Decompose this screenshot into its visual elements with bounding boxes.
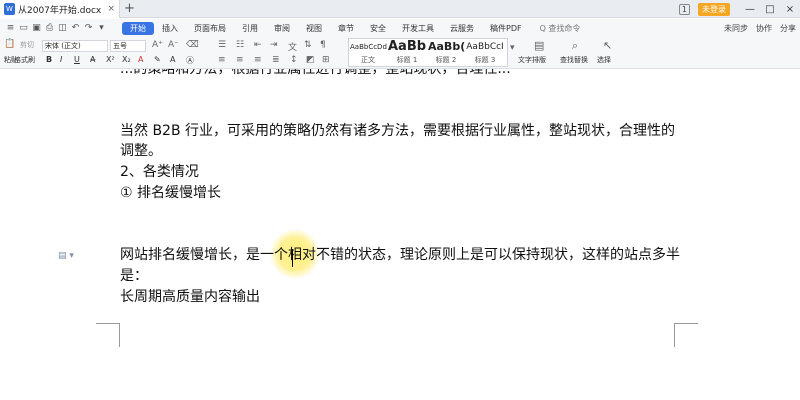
tab-section[interactable]: 章节 [330, 23, 362, 34]
document-canvas[interactable]: ...的策略和方法，根据行业属性进行调整，整站现状，合理性... 当然 B2B … [0, 69, 800, 400]
workspace-badge[interactable]: 1 [678, 3, 690, 15]
menu-bar: ≡ ▭ ▣ ⎙ ◫ ↶ ↷ ▾ 开始 插入 页面布局 引用 审阅 视图 章节 安… [0, 19, 800, 37]
section-heading: 2、各类情况 [120, 164, 199, 180]
save-icon[interactable]: ▣ [30, 23, 43, 33]
tab-pdf[interactable]: 稿件PDF [482, 23, 530, 34]
find-replace-button[interactable]: 查找替换 [560, 55, 588, 65]
ribbon-toolbar: 📋 剪切 粘贴 格式刷 宋体 (正文) 五号 A⁺ A⁻ ⌫ B I U A̶ … [0, 37, 800, 69]
paragraph-line: 当然 B2B 行业，可采用的策略仍然有诸多方法，需要根据行业属性，整站现状，合理… [120, 123, 676, 139]
tab-page-layout[interactable]: 页面布局 [186, 23, 234, 34]
tab-cloud[interactable]: 云服务 [442, 23, 482, 34]
tab-insert[interactable]: 插入 [154, 23, 186, 34]
shrink-font-icon[interactable]: A⁻ [168, 40, 179, 50]
paragraph-line: 调整。 [120, 143, 162, 159]
share-button[interactable]: 分享 [780, 23, 796, 34]
menu-icon[interactable]: ≡ [4, 23, 17, 33]
undo-icon[interactable]: ↶ [69, 23, 82, 33]
text-layout-button[interactable]: 文字排版 [518, 55, 546, 65]
command-search[interactable]: Q 查找命令 [540, 23, 581, 34]
search-icon[interactable]: ⌕ [572, 39, 578, 53]
tab-security[interactable]: 安全 [362, 23, 394, 34]
collaborate-button[interactable]: 协作 [756, 23, 772, 34]
tab-view[interactable]: 视图 [298, 23, 330, 34]
shading-icon[interactable]: ◩ [306, 55, 315, 65]
page-corner-mark [674, 323, 698, 347]
style-heading-2[interactable]: AaBb( 标题 2 [428, 39, 465, 65]
tab-developer[interactable]: 开发工具 [394, 23, 442, 34]
select-button[interactable]: 选择 [597, 55, 611, 65]
bullet-list-icon[interactable]: ☰ [218, 40, 226, 50]
sort-icon[interactable]: ⇅ [304, 40, 312, 50]
justify-icon[interactable]: ≣ [272, 55, 280, 65]
show-marks-icon[interactable]: ¶ [320, 40, 326, 50]
char-border-icon[interactable]: Ⓐ [186, 55, 194, 66]
bold-icon[interactable]: B [46, 55, 52, 64]
strikethrough-icon[interactable]: A̶ [90, 55, 95, 64]
style-heading-1[interactable]: AaBb 标题 1 [388, 39, 426, 65]
sync-status[interactable]: 未同步 [724, 23, 748, 34]
tab-review[interactable]: 审阅 [266, 23, 298, 34]
line-spacing-icon[interactable]: ↕ [290, 55, 298, 65]
file-icon[interactable]: ▭ [17, 23, 30, 33]
chinese-layout-icon[interactable]: 文 [288, 40, 297, 53]
char-shading-icon[interactable]: A [170, 55, 175, 64]
paste-icon[interactable]: 📋 [4, 39, 15, 49]
close-tab-icon[interactable]: × [107, 4, 115, 14]
paragraph-line: 长周期高质量内容输出 [120, 289, 260, 305]
styles-more-icon[interactable]: ▾ [510, 43, 515, 53]
wps-document-icon: W [4, 3, 15, 15]
highlight-icon[interactable]: ✎ [154, 55, 161, 64]
style-normal[interactable]: AaBbCcDd 正文 [350, 39, 387, 65]
title-bar: W 从2007年开始.docx × + 1 未登录 — □ × [0, 0, 800, 18]
maximize-button[interactable]: □ [760, 4, 780, 15]
subsection-heading: ① 排名缓慢增长 [120, 185, 222, 201]
paragraph-line: 是： [120, 268, 148, 284]
increase-indent-icon[interactable]: ⇥ [270, 40, 278, 50]
preview-icon[interactable]: ◫ [56, 23, 69, 33]
subscript-icon[interactable]: X₂ [122, 55, 131, 64]
paragraph-line: 网站排名缓慢增长，是一个相对不错的状态，理论原则上是可以保持现状，这样的站点多半 [120, 247, 680, 263]
align-right-icon[interactable]: ≡ [254, 55, 262, 65]
minimize-button[interactable]: — [740, 4, 760, 15]
text-layout-icon[interactable]: ▤ [534, 39, 544, 52]
cursor-icon[interactable]: ↖ [603, 39, 612, 52]
document-tab-title: 从2007年开始.docx [18, 5, 102, 16]
style-heading-3[interactable]: AaBbCcI 标题 3 [466, 39, 504, 65]
font-color-icon[interactable]: A [138, 55, 143, 64]
close-window-button[interactable]: × [780, 4, 800, 15]
redo-icon[interactable]: ↷ [82, 23, 95, 33]
align-center-icon[interactable]: ≡ [236, 55, 244, 65]
cut-button[interactable]: 剪切 [20, 40, 34, 50]
partial-text-line: ...的策略和方法，根据行业属性进行调整，整站现状，合理性... [120, 69, 511, 77]
decrease-indent-icon[interactable]: ⇤ [254, 40, 262, 50]
font-family-select[interactable]: 宋体 (正文) [42, 40, 108, 52]
paragraph-marker-icon[interactable]: ▤ ▾ [58, 251, 74, 261]
new-tab-button[interactable]: + [124, 1, 135, 16]
document-tab[interactable]: W 从2007年开始.docx × [0, 0, 120, 18]
underline-icon[interactable]: U [74, 55, 80, 64]
italic-icon[interactable]: I [60, 55, 62, 64]
superscript-icon[interactable]: X² [106, 55, 115, 64]
print-icon[interactable]: ⎙ [43, 23, 56, 33]
clear-format-icon[interactable]: ⌫ [186, 40, 199, 50]
chevron-down-icon[interactable]: ▾ [95, 23, 108, 33]
tab-home[interactable]: 开始 [122, 21, 154, 35]
page-corner-mark [96, 323, 120, 347]
align-left-icon[interactable]: ≡ [218, 55, 226, 65]
tab-references[interactable]: 引用 [234, 23, 266, 34]
quick-access-toolbar: ≡ ▭ ▣ ⎙ ◫ ↶ ↷ ▾ [4, 23, 122, 33]
font-size-select[interactable]: 五号 [110, 40, 146, 52]
numbered-list-icon[interactable]: ☷ [236, 40, 244, 50]
login-button[interactable]: 未登录 [698, 2, 730, 16]
grow-font-icon[interactable]: A⁺ [152, 40, 163, 50]
borders-icon[interactable]: ⊞ [322, 55, 330, 65]
text-caret [292, 249, 293, 267]
format-painter-button[interactable]: 格式刷 [14, 55, 35, 65]
